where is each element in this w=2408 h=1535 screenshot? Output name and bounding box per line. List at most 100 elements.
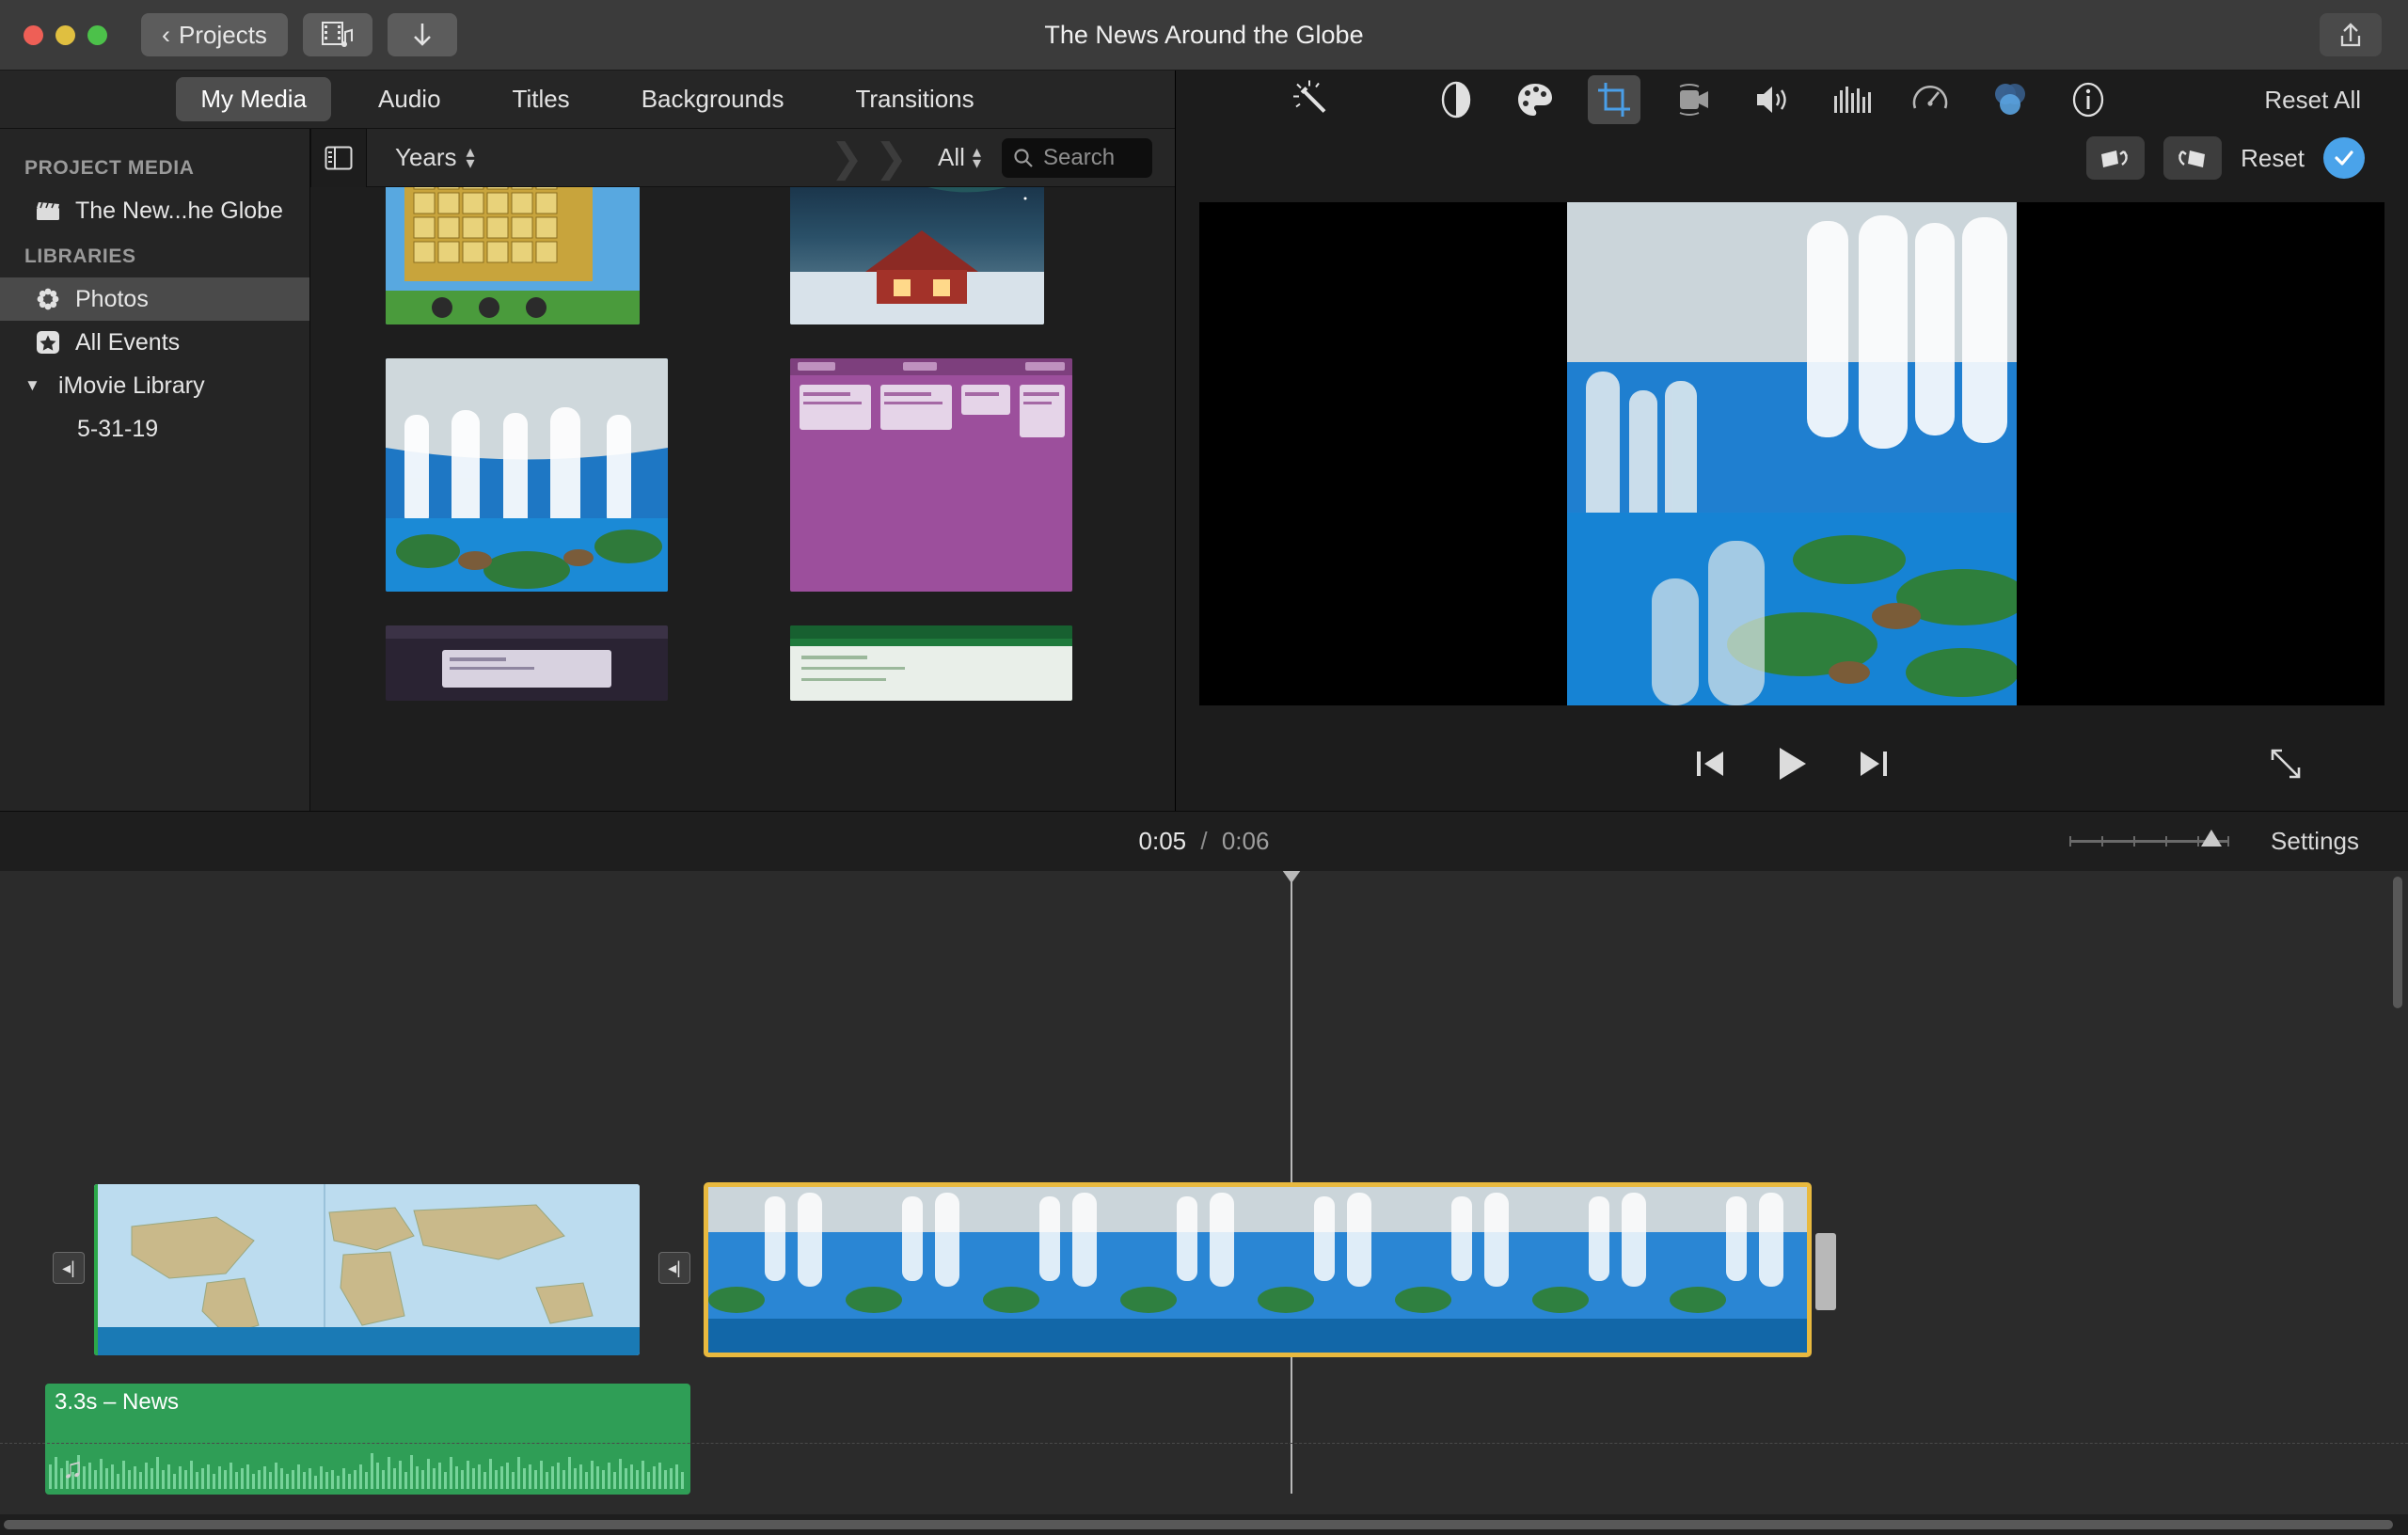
maximize-button[interactable] bbox=[87, 24, 107, 45]
download-arrow-icon bbox=[414, 24, 431, 46]
sidebar-item-event-5-31-19[interactable]: 5-31-19 bbox=[0, 407, 309, 451]
rotate-counterclockwise-button[interactable] bbox=[2086, 136, 2146, 180]
time-separator: / bbox=[1200, 827, 1208, 855]
magic-wand-icon bbox=[1293, 80, 1326, 113]
skip-to-start-icon bbox=[1697, 751, 1723, 776]
sidebar-toggle-button[interactable] bbox=[310, 128, 367, 187]
nav-next-chevron-icon[interactable]: ❯ bbox=[869, 135, 913, 181]
skip-to-end-icon bbox=[1861, 751, 1887, 776]
imovie-window: ‹ Projects The News Around the Globe My … bbox=[0, 0, 2408, 1535]
scrollbar-thumb[interactable] bbox=[4, 1520, 2393, 1529]
rotate-controls: Reset bbox=[2086, 136, 2365, 180]
close-button[interactable] bbox=[24, 24, 43, 45]
reset-button[interactable]: Reset bbox=[2241, 144, 2305, 173]
total-time: 0:06 bbox=[1221, 827, 1270, 855]
clapperboard-icon bbox=[34, 197, 62, 225]
nav-prev-chevron-icon[interactable]: ❯ bbox=[825, 135, 869, 181]
viewer-stage[interactable] bbox=[1199, 202, 2384, 705]
browser-toolbar: Years ▴ ▾ ❯ ❯ All ▴ ▾ Search bbox=[310, 128, 1175, 187]
share-button[interactable] bbox=[2320, 13, 2382, 56]
media-thumbnail[interactable] bbox=[386, 187, 640, 324]
sidebar-item-all-events[interactable]: All Events bbox=[0, 321, 309, 364]
sidebar-item-photos[interactable]: Photos bbox=[0, 277, 309, 321]
title-bar: ‹ Projects The News Around the Globe bbox=[0, 0, 2408, 71]
tab-audio[interactable]: Audio bbox=[354, 77, 466, 121]
crop-style-row: Style: Fit Crop to Fill Ken Burns bbox=[1176, 129, 2408, 187]
media-thumbnail[interactable] bbox=[386, 625, 668, 701]
group-by-dropdown[interactable]: Years ▴ ▾ bbox=[367, 143, 475, 172]
transport-controls bbox=[1176, 720, 2408, 811]
timecode-display: 0:05 / 0:06 bbox=[0, 827, 2408, 856]
star-icon bbox=[34, 328, 62, 356]
video-frame bbox=[1567, 202, 2017, 705]
expand-icon bbox=[2271, 749, 2301, 778]
rotate-clockwise-icon bbox=[2178, 150, 2206, 167]
rotate-counterclockwise-icon bbox=[2101, 150, 2129, 167]
zoom-slider-track[interactable] bbox=[2069, 830, 2229, 847]
speed-icon[interactable] bbox=[1904, 75, 1956, 124]
tab-titles[interactable]: Titles bbox=[488, 77, 594, 121]
filter-dropdown[interactable]: All ▴ ▾ bbox=[938, 143, 981, 172]
timeline-vertical-scrollbar[interactable] bbox=[2393, 877, 2402, 1008]
clip-trim-handle-right[interactable]: ◂| bbox=[658, 1252, 690, 1284]
chevron-updown-icon: ▴ ▾ bbox=[466, 142, 475, 172]
media-thumbnail[interactable] bbox=[790, 358, 1072, 592]
stabilization-icon[interactable] bbox=[1667, 75, 1719, 124]
disclosure-triangle-icon[interactable]: ▼ bbox=[24, 376, 45, 395]
media-thumbnail[interactable] bbox=[790, 625, 1072, 701]
import-media-button[interactable] bbox=[387, 13, 457, 56]
skip-to-end-button[interactable] bbox=[1857, 748, 1891, 784]
filter-value: All bbox=[938, 143, 965, 171]
playback-buttons bbox=[1176, 745, 2408, 787]
info-icon[interactable] bbox=[2062, 75, 2115, 124]
search-input[interactable]: Search bbox=[1002, 137, 1152, 178]
timeline-music-track[interactable]: ♫ bbox=[0, 1443, 2408, 1494]
apply-button[interactable] bbox=[2323, 137, 2365, 179]
equalizer-icon[interactable] bbox=[1825, 75, 1877, 124]
enhance-button[interactable] bbox=[1289, 76, 1332, 124]
clip-trim-handle-left[interactable]: ◂| bbox=[53, 1252, 85, 1284]
apply-checkmark-icon bbox=[2335, 150, 2353, 166]
timeline[interactable]: ◂| ◂| 3.3s – News ♫ bbox=[0, 871, 2408, 1535]
media-grid bbox=[310, 187, 1175, 811]
media-thumbnail[interactable] bbox=[386, 358, 668, 592]
timeline-clip-waterfall-selected[interactable] bbox=[704, 1182, 1812, 1357]
browser-row: PROJECT MEDIA The New...he Globe LIBRARI… bbox=[0, 128, 1175, 811]
color-correction-icon[interactable] bbox=[1509, 75, 1561, 124]
reset-all-button[interactable]: Reset All bbox=[2264, 86, 2361, 115]
tab-my-media[interactable]: My Media bbox=[176, 77, 332, 121]
skip-to-start-button[interactable] bbox=[1693, 748, 1727, 784]
audio-clip-label: 3.3s – News bbox=[55, 1389, 180, 1415]
zoom-slider[interactable] bbox=[2069, 830, 2229, 847]
filters-icon[interactable] bbox=[1983, 75, 2036, 124]
selected-clip-drag-handle[interactable] bbox=[1815, 1233, 1836, 1310]
media-browser: Years ▴ ▾ ❯ ❯ All ▴ ▾ Search bbox=[310, 128, 1175, 811]
volume-icon[interactable] bbox=[1746, 75, 1798, 124]
photos-flower-icon bbox=[34, 285, 62, 313]
group-by-value: Years bbox=[395, 143, 457, 171]
current-time: 0:05 bbox=[1138, 827, 1187, 855]
rotate-clockwise-button[interactable] bbox=[2163, 136, 2223, 180]
timeline-settings-button[interactable]: Settings bbox=[2271, 827, 2359, 856]
sidebar-item-project[interactable]: The New...he Globe bbox=[0, 189, 309, 232]
back-to-projects-button[interactable]: ‹ Projects bbox=[141, 13, 288, 56]
timeline-clip-world-map[interactable] bbox=[94, 1184, 640, 1355]
music-note-icon: ♫ bbox=[62, 1452, 84, 1484]
zoom-slider-handle[interactable] bbox=[2201, 830, 2222, 847]
color-balance-icon[interactable] bbox=[1430, 75, 1482, 124]
media-browser-button[interactable] bbox=[302, 13, 372, 56]
crop-icon[interactable] bbox=[1588, 75, 1640, 124]
sidebar-item-label: iMovie Library bbox=[58, 372, 205, 399]
tab-transitions[interactable]: Transitions bbox=[831, 77, 998, 121]
play-button[interactable] bbox=[1774, 745, 1810, 787]
minimize-button[interactable] bbox=[55, 24, 75, 45]
tab-backgrounds[interactable]: Backgrounds bbox=[617, 77, 809, 121]
sidebar-item-imovie-library[interactable]: ▼ iMovie Library bbox=[0, 364, 309, 407]
play-icon bbox=[1780, 747, 1806, 780]
media-thumbnail[interactable] bbox=[790, 187, 1044, 324]
fullscreen-button[interactable] bbox=[2269, 747, 2303, 785]
upper-panels: My Media Audio Titles Backgrounds Transi… bbox=[0, 71, 2408, 811]
timeline-horizontal-scrollbar[interactable] bbox=[0, 1514, 2408, 1535]
viewer: Rotate the clip counterclockwise bbox=[1176, 187, 2408, 720]
sidebar-item-label: 5-31-19 bbox=[77, 415, 159, 442]
